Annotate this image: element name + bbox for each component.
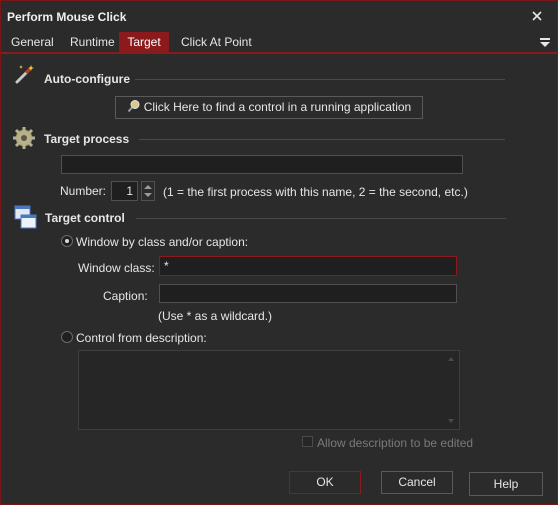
tab-bar: General Runtime Target Click At Point xyxy=(1,32,557,54)
windows-icon xyxy=(14,205,38,234)
number-hint: (1 = the first process with this name, 2… xyxy=(163,185,468,199)
title-bar: Perform Mouse Click xyxy=(1,1,557,32)
radio-window-by-class-label: Window by class and/or caption: xyxy=(76,235,249,249)
number-spin-buttons[interactable] xyxy=(141,181,155,201)
target-tab-content: Auto-configure Click Here to find a cont… xyxy=(3,55,555,465)
tab-menu-icon[interactable] xyxy=(539,36,551,48)
close-button[interactable] xyxy=(527,6,547,26)
process-name-field[interactable] xyxy=(61,155,463,174)
tab-target[interactable]: Target xyxy=(119,32,169,52)
section-divider xyxy=(135,79,505,80)
description-textarea[interactable] xyxy=(78,350,460,430)
auto-configure-title: Auto-configure xyxy=(44,72,130,86)
process-number-stepper[interactable] xyxy=(111,181,138,201)
tab-click-at-point[interactable]: Click At Point xyxy=(175,32,258,52)
target-process-title: Target process xyxy=(44,132,130,146)
spin-arrows-icon xyxy=(144,185,152,197)
gear-icon xyxy=(12,126,36,153)
window-class-label: Window class: xyxy=(78,261,155,275)
close-icon xyxy=(532,11,542,21)
section-divider xyxy=(139,139,505,140)
tab-runtime[interactable]: Runtime xyxy=(64,32,121,52)
wildcard-hint: (Use * as a wildcard.) xyxy=(158,309,273,323)
allow-edit-checkbox[interactable] xyxy=(302,436,313,447)
allow-edit-label: Allow description to be edited xyxy=(317,436,474,450)
radio-control-from-description-label: Control from description: xyxy=(76,331,207,345)
window-class-field[interactable] xyxy=(159,256,457,276)
radio-window-by-class[interactable] xyxy=(61,235,73,247)
tab-general[interactable]: General xyxy=(5,32,60,52)
magic-wand-icon xyxy=(13,63,35,88)
cancel-button[interactable]: Cancel xyxy=(381,471,453,494)
dialog-window: Perform Mouse Click General Runtime Targ… xyxy=(0,0,558,505)
help-button[interactable]: Help xyxy=(469,472,543,496)
window-title: Perform Mouse Click xyxy=(7,10,127,24)
radio-control-from-description[interactable] xyxy=(61,331,73,343)
description-scrollbar[interactable] xyxy=(444,352,458,428)
section-divider xyxy=(136,218,506,219)
scroll-down-icon xyxy=(448,419,454,423)
ok-button[interactable]: OK xyxy=(289,471,361,494)
caption-field[interactable] xyxy=(159,284,457,303)
target-control-title: Target control xyxy=(45,211,125,225)
magnifier-icon xyxy=(127,100,140,113)
dialog-footer: OK Cancel Help xyxy=(3,465,555,503)
number-label: Number: xyxy=(60,184,107,198)
find-control-button[interactable]: Click Here to find a control in a runnin… xyxy=(115,96,423,119)
scroll-up-icon xyxy=(448,357,454,361)
caption-label: Caption: xyxy=(103,289,148,303)
